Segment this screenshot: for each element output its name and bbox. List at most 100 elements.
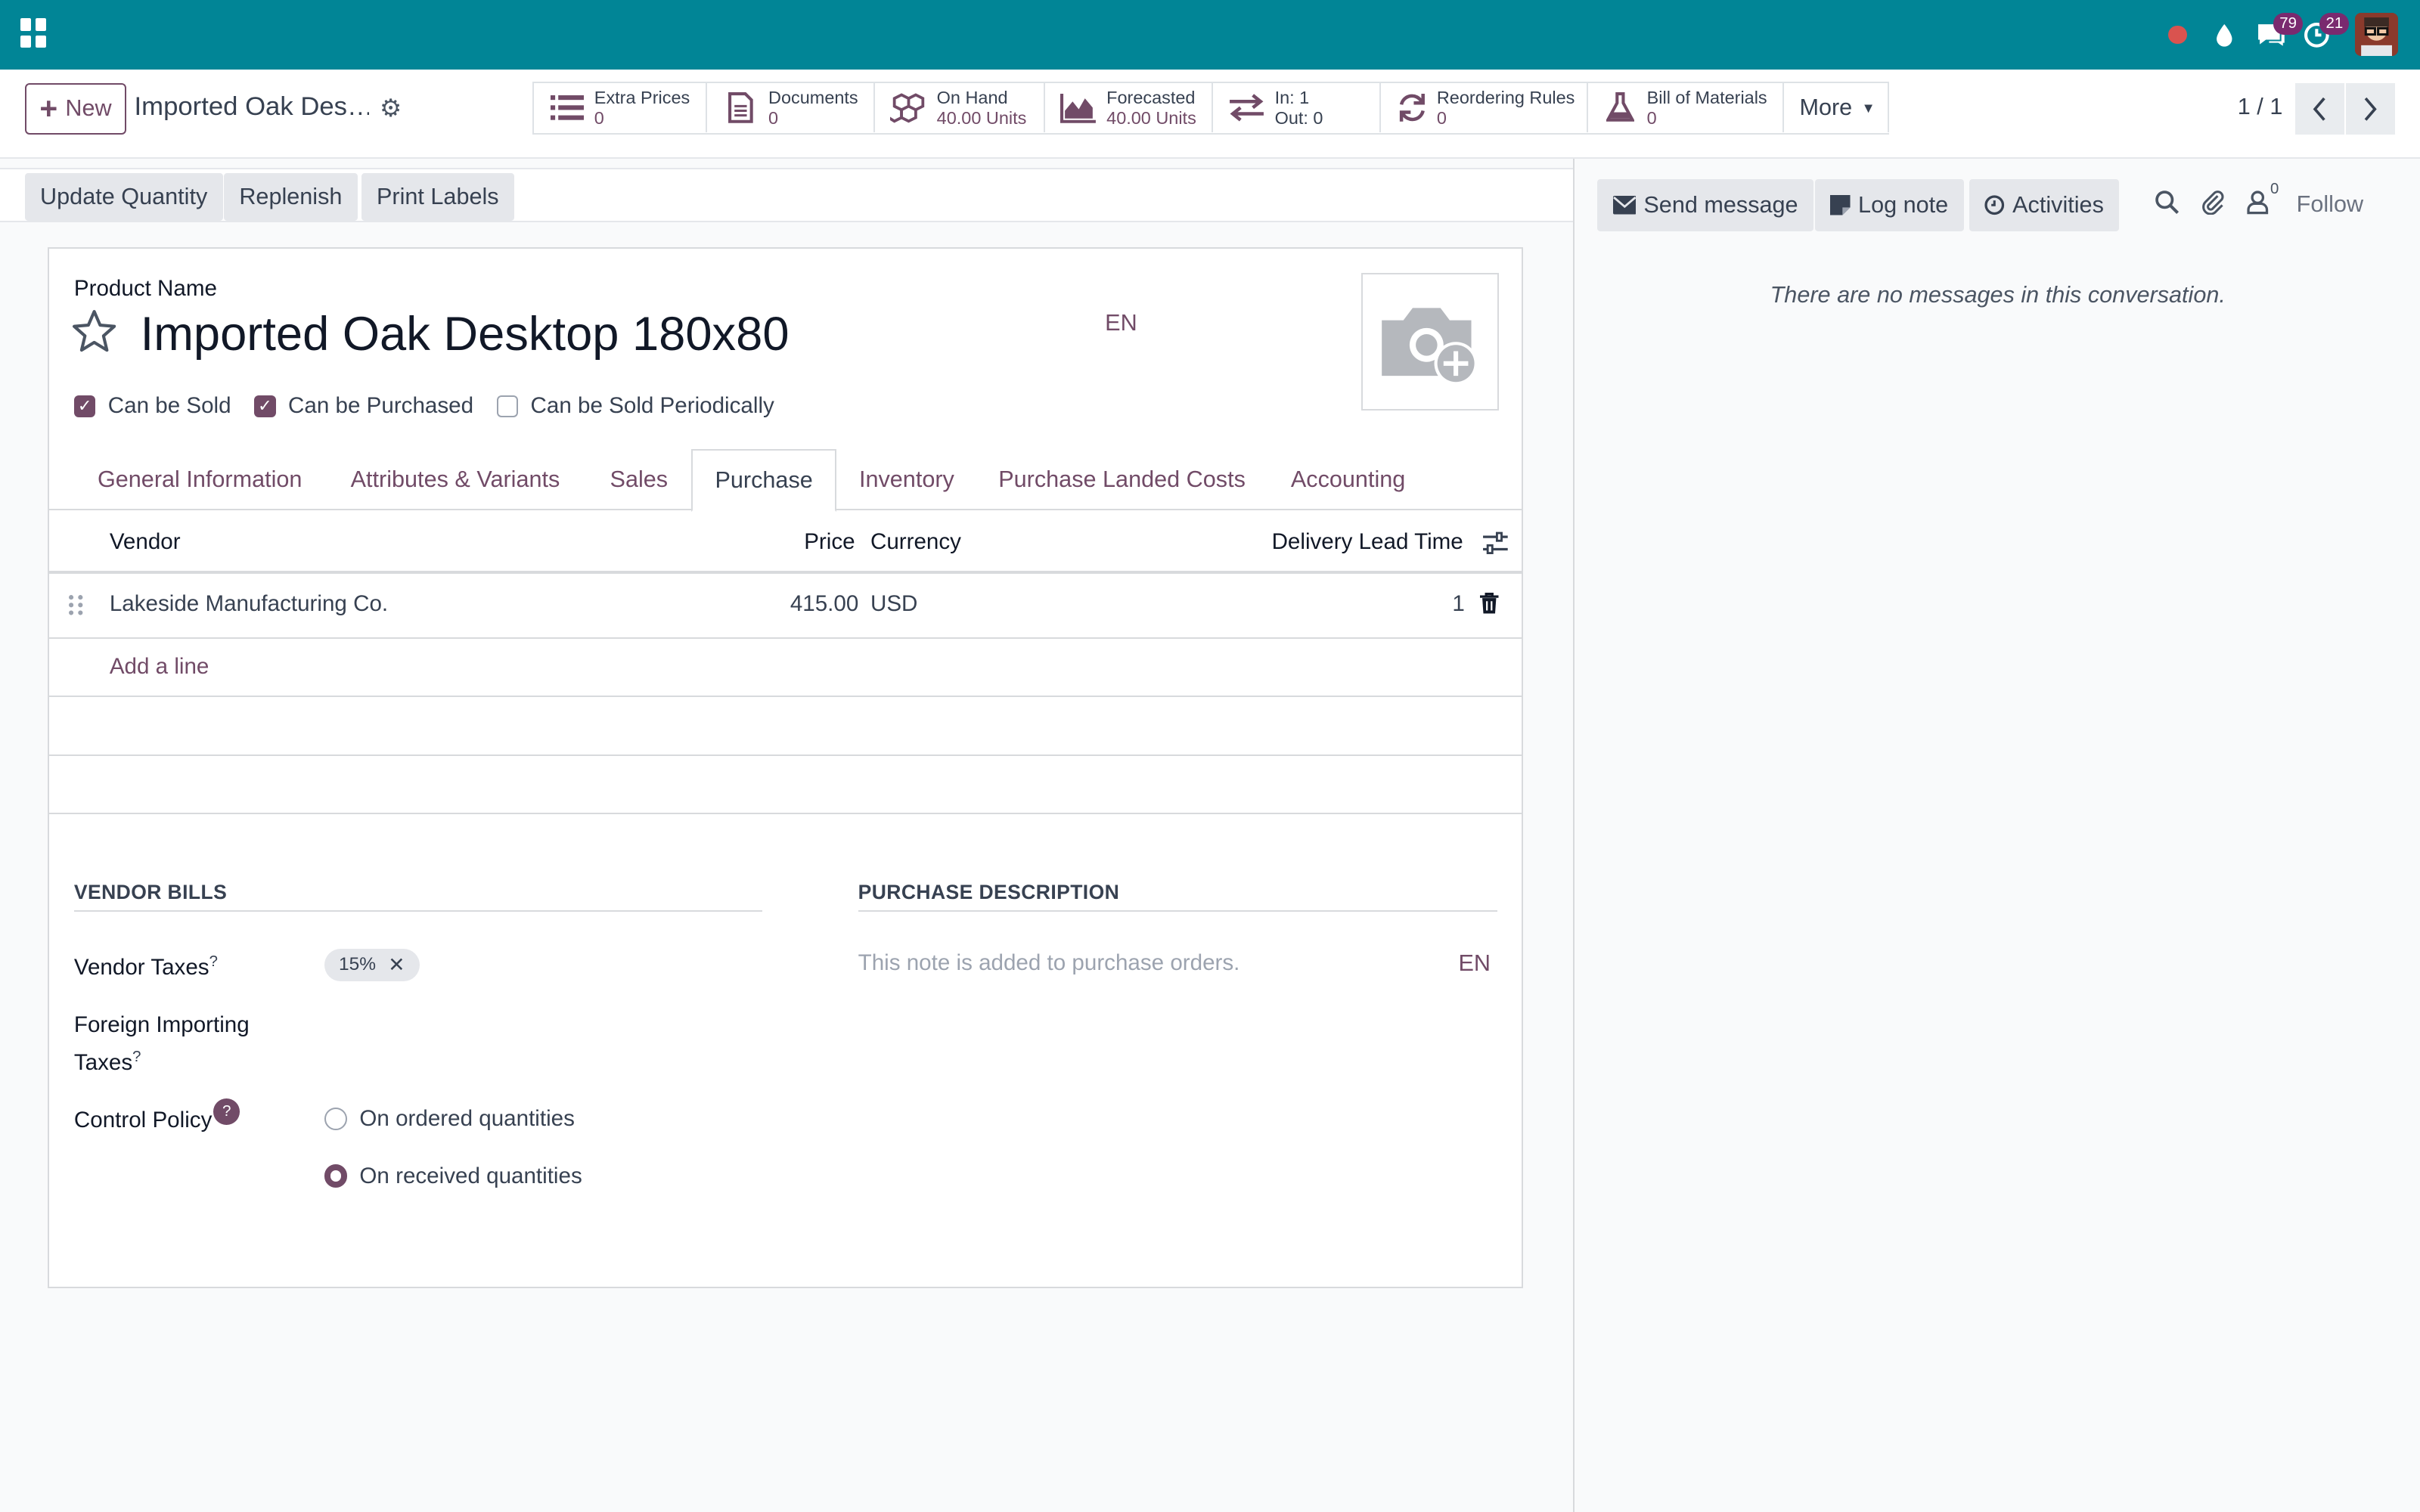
can-be-sold-periodically-checkbox[interactable]: Can be Sold Periodically bbox=[496, 393, 774, 419]
smart-value: 0 bbox=[768, 107, 779, 128]
smart-label: Reordering Rules bbox=[1436, 88, 1575, 108]
tab-inventory[interactable]: Inventory bbox=[836, 449, 977, 511]
form-action-bar: Update Quantity Replenish Print Labels bbox=[0, 168, 1573, 222]
top-navbar: 79 21 bbox=[0, 0, 2420, 70]
replenish-button[interactable]: Replenish bbox=[223, 172, 358, 221]
radio-label: On received quantities bbox=[359, 1163, 582, 1188]
checkbox-label: Can be Sold Periodically bbox=[530, 393, 774, 419]
exchange-icon bbox=[1228, 92, 1265, 123]
smart-label: Forecasted bbox=[1106, 88, 1196, 108]
vendor-taxes-label-text: Vendor Taxes bbox=[73, 954, 209, 980]
question-badge-icon[interactable]: ? bbox=[213, 1098, 240, 1125]
product-name-label: Product Name bbox=[73, 276, 217, 302]
tab-general-information[interactable]: General Information bbox=[74, 449, 326, 511]
smart-button-forecasted[interactable]: Forecasted 40.00 Units bbox=[1044, 83, 1213, 133]
checkbox-label: Can be Sold bbox=[107, 393, 231, 419]
follow-button[interactable]: Follow bbox=[2297, 191, 2363, 218]
col-delivery-lead-time[interactable]: Delivery Lead Time bbox=[1272, 529, 1463, 555]
refresh-icon bbox=[1397, 92, 1428, 123]
help-tooltip-mark[interactable]: ? bbox=[209, 953, 218, 970]
record-indicator[interactable] bbox=[2155, 11, 2201, 57]
purchase-description-input[interactable]: This note is added to purchase orders. bbox=[858, 950, 1240, 976]
cell-currency[interactable]: USD bbox=[870, 591, 917, 617]
can-be-purchased-checkbox[interactable]: ✓ Can be Purchased bbox=[254, 393, 473, 419]
document-icon bbox=[722, 92, 759, 124]
radio-label: On ordered quantities bbox=[359, 1106, 575, 1132]
more-dropdown[interactable]: More ▼ bbox=[1784, 83, 1889, 133]
smart-buttons: Extra Prices 0 Documents 0 On Hand 40.00 Un… bbox=[532, 82, 1889, 135]
flask-icon bbox=[1603, 92, 1637, 123]
smart-label: Documents bbox=[768, 88, 858, 108]
col-currency[interactable]: Currency bbox=[870, 529, 961, 555]
col-vendor[interactable]: Vendor bbox=[110, 529, 181, 555]
help-tooltip-mark[interactable]: ? bbox=[132, 1049, 141, 1065]
activity-menu[interactable]: 21 bbox=[2294, 11, 2350, 57]
pager-next-button[interactable] bbox=[2346, 83, 2396, 135]
vendor-bills-title: VENDOR BILLS bbox=[73, 881, 763, 912]
smart-label: In: 1 bbox=[1274, 88, 1310, 108]
followers-button[interactable]: 0 bbox=[2247, 181, 2279, 221]
column-settings-icon[interactable] bbox=[1481, 531, 1509, 562]
add-a-line-link[interactable]: Add a line bbox=[110, 654, 209, 680]
followers-count: 0 bbox=[2270, 180, 2279, 197]
control-panel: + New Imported Oak Des… ⚙ Extra Prices 0 D… bbox=[0, 69, 2420, 160]
cell-vendor[interactable]: Lakeside Manufacturing Co. bbox=[110, 591, 388, 617]
cubes-icon bbox=[890, 92, 927, 123]
smart-button-in-out[interactable]: In: 1 Out: 0 bbox=[1212, 83, 1382, 133]
smart-value: 0 bbox=[594, 107, 604, 128]
area-chart-icon bbox=[1060, 92, 1097, 124]
smart-value: 40.00 Units bbox=[1106, 107, 1196, 128]
translate-description-button[interactable]: EN bbox=[1459, 950, 1491, 977]
tab-sales[interactable]: Sales bbox=[585, 449, 693, 511]
user-avatar[interactable] bbox=[2355, 13, 2399, 57]
foreign-label-line-1: Foreign Importing bbox=[73, 1012, 250, 1037]
print-labels-button[interactable]: Print Labels bbox=[361, 172, 515, 221]
smart-button-extra-prices[interactable]: Extra Prices 0 bbox=[534, 83, 707, 133]
tab-purchase[interactable]: Purchase bbox=[691, 448, 837, 513]
trash-icon[interactable] bbox=[1480, 592, 1499, 621]
messaging-menu[interactable]: 79 bbox=[2247, 11, 2304, 57]
log-note-button[interactable]: Log note bbox=[1814, 178, 1964, 232]
product-name-input[interactable]: Imported Oak Desktop 180x80 bbox=[141, 307, 790, 361]
pager-previous-button[interactable] bbox=[2294, 83, 2344, 135]
vendor-taxes-label: Vendor Taxes? bbox=[74, 946, 218, 984]
list-icon bbox=[549, 92, 585, 123]
tab-accounting[interactable]: Accounting bbox=[1265, 449, 1430, 511]
cell-lead-time[interactable]: 1 bbox=[1452, 591, 1464, 617]
new-button[interactable]: + New bbox=[24, 83, 127, 135]
send-message-button[interactable]: Send message bbox=[1597, 178, 1813, 232]
favorite-star-icon[interactable] bbox=[71, 308, 120, 358]
smart-button-on-hand[interactable]: On Hand 40.00 Units bbox=[875, 83, 1045, 133]
policy-received-radio[interactable]: On received quantities bbox=[324, 1163, 582, 1189]
tab-attributes-variants[interactable]: Attributes & Variants bbox=[327, 449, 584, 511]
smart-button-documents[interactable]: Documents 0 bbox=[706, 83, 876, 133]
smart-label: Extra Prices bbox=[594, 88, 690, 108]
paperclip-icon[interactable] bbox=[2201, 190, 2226, 221]
drag-handle-icon[interactable] bbox=[68, 593, 83, 624]
col-price[interactable]: Price bbox=[804, 529, 855, 555]
can-be-sold-checkbox[interactable]: ✓ Can be Sold bbox=[73, 393, 231, 419]
smart-button-bill-of-materials[interactable]: Bill of Materials 0 bbox=[1587, 83, 1785, 133]
tax-tag: 15% ✕ bbox=[324, 949, 420, 981]
activities-button[interactable]: Activities bbox=[1969, 178, 2120, 232]
tab-purchase-landed-costs[interactable]: Purchase Landed Costs bbox=[979, 449, 1266, 511]
vendor-table-header: Vendor Price Currency Delivery Lead Time bbox=[49, 512, 1522, 575]
cell-price[interactable]: 415.00 bbox=[790, 591, 858, 617]
smart-button-reordering-rules[interactable]: Reordering Rules 0 bbox=[1381, 83, 1588, 133]
checkbox-checked-icon: ✓ bbox=[254, 395, 276, 417]
search-icon[interactable] bbox=[2155, 190, 2180, 221]
apps-menu-icon[interactable] bbox=[20, 18, 50, 48]
radio-unselected-icon bbox=[324, 1107, 348, 1131]
remove-tag-icon[interactable]: ✕ bbox=[388, 953, 405, 977]
translate-button[interactable]: EN bbox=[1105, 310, 1137, 336]
gear-icon[interactable]: ⚙ bbox=[380, 94, 402, 122]
pager-value[interactable]: 1 / 1 bbox=[2238, 94, 2283, 120]
table-row[interactable]: Lakeside Manufacturing Co. 415.00 USD 1 bbox=[49, 575, 1522, 639]
clock-icon bbox=[1984, 195, 2005, 215]
log-note-label: Log note bbox=[1858, 191, 1949, 218]
update-quantity-button[interactable]: Update Quantity bbox=[24, 172, 223, 221]
product-image-upload[interactable] bbox=[1360, 273, 1499, 411]
drop-icon[interactable] bbox=[2201, 11, 2247, 57]
policy-ordered-radio[interactable]: On ordered quantities bbox=[324, 1106, 575, 1132]
checkbox-label: Can be Purchased bbox=[288, 393, 474, 419]
